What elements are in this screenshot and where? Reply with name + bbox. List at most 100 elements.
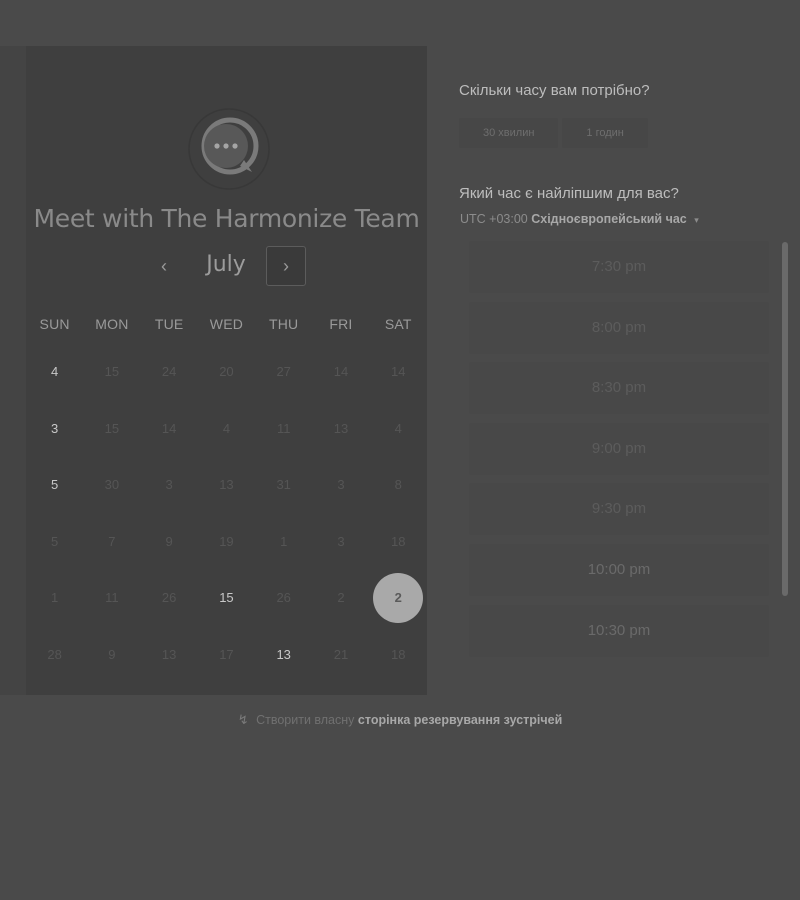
duration-question: Скільки часу вам потрібно? [459, 82, 650, 99]
time-slot-button[interactable]: 8:00 pm [469, 301, 769, 354]
calendar-day-number: 27 [276, 364, 291, 379]
calendar-day-number: 21 [333, 646, 349, 662]
calendar-day-number: 4 [51, 364, 59, 379]
calendar-day[interactable]: 3 [26, 401, 83, 458]
calendar-day-number: 3 [337, 477, 345, 492]
booking-options-panel: Скільки часу вам потрібно? 30 хвилин 1 г… [459, 0, 800, 700]
calendar-day: 9 [83, 627, 140, 684]
calendar-day: 3 [312, 457, 369, 514]
calendar-day: 7 [83, 514, 140, 571]
calendar-day-number: 3 [51, 420, 59, 436]
calendar-day: 14 [312, 344, 369, 401]
calendar-day: 21 [312, 627, 369, 684]
calendar-day-number: 20 [219, 364, 234, 379]
calendar-day-number: 7 [108, 533, 116, 549]
timezone-offset: UTC +03:00 [460, 212, 528, 226]
next-month-button[interactable]: › [266, 246, 306, 286]
calendar-day: 20 [198, 344, 255, 401]
calendar-day-selected[interactable]: 2 [370, 570, 427, 627]
calendar-day-number: 13 [333, 420, 349, 436]
calendar-day[interactable]: 15 [198, 570, 255, 627]
calendar-day-number: 30 [104, 477, 120, 492]
calendar-day: 31 [255, 457, 312, 514]
chevron-right-icon: › [283, 255, 289, 276]
duration-option-30min[interactable]: 30 хвилин [459, 118, 559, 148]
calendar-day: 5 [26, 514, 83, 571]
calendar-day: 11 [83, 570, 140, 627]
calendar-day-number: 4 [394, 420, 402, 436]
calendar-week-row: 1 11 26 15 26 2 2 [26, 570, 427, 627]
calendar-day-number: 2 [373, 573, 424, 623]
calendar-day-number: 9 [108, 646, 116, 662]
calendar-day: 14 [141, 401, 198, 458]
time-slot-button[interactable]: 9:30 pm [469, 483, 769, 536]
timezone-selector[interactable]: UTC +03:00 Східноєвропейський час ▾ [460, 212, 699, 226]
chevron-down-icon: ▾ [694, 215, 699, 225]
calendar-day: 28 [26, 627, 83, 684]
create-booking-page-link[interactable]: сторінка резервування зустрічей [358, 713, 562, 727]
weekday-label: THU [269, 316, 299, 332]
calendar-day-number: 31 [276, 477, 291, 492]
time-slot-button[interactable]: 10:30 pm [469, 604, 769, 657]
calendar-day: 30 [83, 457, 140, 514]
calendar-day-number: 1 [51, 590, 59, 605]
calendar-day[interactable]: 13 [255, 627, 312, 684]
calendar-day: 19 [198, 514, 255, 571]
calendar-day-number: 4 [222, 420, 231, 436]
calendar-day[interactable]: 5 [26, 457, 83, 514]
calendar-day-number: 5 [51, 477, 59, 492]
chevron-left-icon: ‹ [161, 255, 167, 276]
calendar-week-row: 5 30 3 13 31 3 8 [26, 457, 427, 514]
calendar-day: 24 [141, 344, 198, 401]
time-slot-button[interactable]: 7:30 pm [469, 241, 769, 293]
calendar-day-number: 18 [390, 533, 406, 549]
calendar-day-number: 5 [51, 533, 59, 549]
calendar-day-number: 8 [394, 477, 402, 492]
weekday-label: SAT [384, 316, 412, 332]
time-slot-button[interactable]: 8:30 pm [469, 362, 769, 415]
time-slot-button[interactable]: 10:00 pm [469, 543, 769, 596]
chat-bubble-icon [188, 108, 270, 190]
calendar-day: 13 [312, 401, 369, 458]
calendar-day: 14 [370, 344, 427, 401]
calendar-week-row: 4 15 24 20 27 14 14 [26, 344, 427, 401]
calendar-day-number: 3 [165, 477, 173, 492]
time-question: Який час є найліпшим для вас? [459, 185, 679, 202]
weekday-label: WED [209, 316, 244, 332]
calendar-day-number: 3 [337, 533, 345, 549]
calendar-day: 3 [141, 457, 198, 514]
calendar-day: 18 [370, 514, 427, 571]
calendar-weeks: 4 15 24 20 27 14 14 3 15 14 4 11 13 4 5 30 3 13 31 3 8 5 7 9 19 1… [26, 344, 427, 683]
background-page-edge [0, 46, 26, 695]
calendar-day: 26 [141, 570, 198, 627]
calendar-day-number: 15 [104, 364, 120, 379]
calendar-day-number: 26 [276, 590, 291, 605]
time-slot-button[interactable]: 9:00 pm [469, 422, 769, 475]
calendar-day: 1 [26, 570, 83, 627]
calendar-day-number: 14 [161, 420, 177, 436]
calendar-day-number: 11 [105, 590, 119, 605]
calendar-day: 9 [141, 514, 198, 571]
calendar-day: 3 [312, 514, 369, 571]
calendar-week-row: 5 7 9 19 1 3 18 [26, 514, 427, 571]
footer: ↯ Створити власну сторінка резервування … [0, 712, 800, 728]
duration-options: 30 хвилин 1 годин [459, 118, 648, 148]
calendar-day[interactable]: 4 [26, 344, 83, 401]
prev-month-button[interactable]: ‹ [144, 246, 184, 286]
time-slot-scrollbar[interactable] [782, 242, 788, 596]
calendar-panel: Meet with The Harmonize Team ‹ July › SU… [26, 46, 427, 695]
calendar-day-number: 13 [276, 646, 291, 662]
calendar-day: 15 [83, 401, 140, 458]
calendar-day: 2 [312, 570, 369, 627]
duration-option-1h[interactable]: 1 годин [562, 118, 648, 148]
month-navigation: ‹ July › [26, 244, 427, 288]
calendar-day: 15 [83, 344, 140, 401]
calendar-day-number: 1 [280, 533, 288, 549]
weekday-label: MON [95, 316, 129, 332]
calendar-day-number: 15 [219, 590, 234, 605]
footer-text: Створити власну [256, 713, 355, 727]
month-label: July [206, 252, 246, 277]
time-slot-list: 7:30 pm 8:00 pm 8:30 pm 9:00 pm 9:30 pm 10:00… [469, 241, 769, 665]
calendar-day-number: 17 [219, 646, 234, 662]
calendar-week-row: 3 15 14 4 11 13 4 [26, 401, 427, 458]
